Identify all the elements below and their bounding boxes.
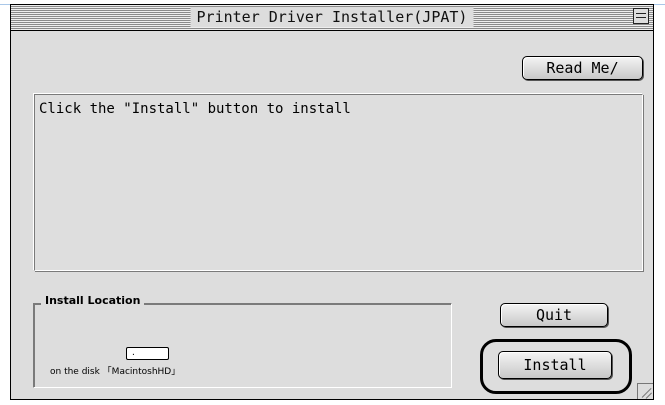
zoom-box-icon[interactable]	[633, 8, 649, 24]
quit-button[interactable]: Quit	[500, 303, 608, 327]
grow-box-icon[interactable]	[637, 383, 653, 399]
title-bar[interactable]: Printer Driver Installer(JPAT)	[11, 5, 653, 31]
message-area: Click the "Install" button to install	[34, 94, 643, 271]
read-me-button[interactable]: Read Me/	[522, 56, 643, 80]
location-field-value: .	[131, 348, 136, 357]
installer-window: Printer Driver Installer(JPAT) Read Me/ …	[10, 4, 654, 400]
install-button[interactable]: Install	[498, 351, 612, 379]
install-location-field[interactable]: .	[126, 347, 169, 360]
install-location-label: Install Location	[41, 294, 145, 307]
instruction-text: Click the "Install" button to install	[39, 101, 351, 117]
install-location-group: Install Location . on the disk 「Macintos…	[33, 294, 452, 388]
window-title: Printer Driver Installer(JPAT)	[190, 7, 474, 27]
install-disk-text: on the disk 「MacintoshHD」	[50, 367, 181, 377]
